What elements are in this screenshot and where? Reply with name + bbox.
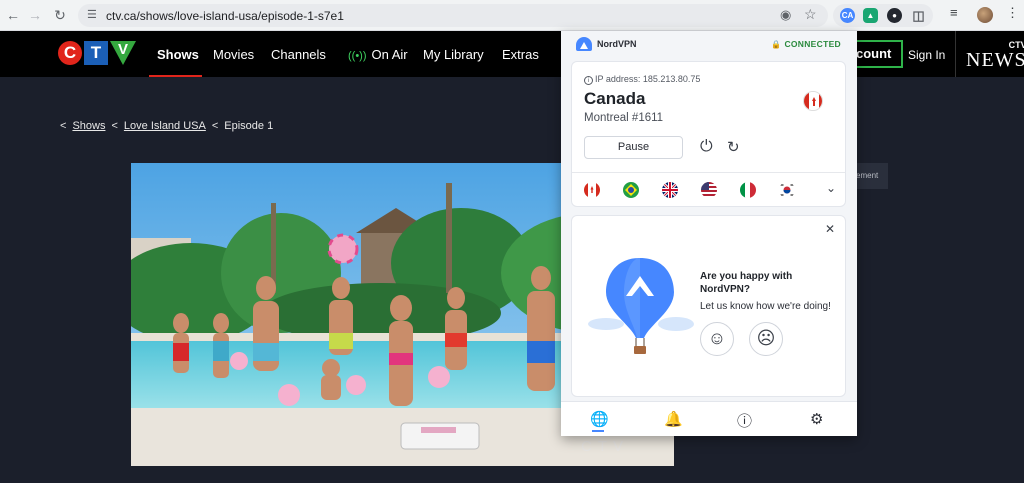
chevron-left-icon: <: [111, 120, 118, 132]
canada-flag-icon[interactable]: [584, 182, 600, 198]
header-divider: [955, 31, 956, 77]
connection-status: 🔒 CONNECTED: [771, 39, 841, 49]
connected-country: Canada: [584, 89, 646, 108]
close-icon[interactable]: ✕: [825, 222, 835, 236]
pause-button[interactable]: Pause: [584, 136, 683, 159]
breadcrumb-episode: Episode 1: [224, 120, 274, 132]
nav-extras[interactable]: Extras: [502, 47, 539, 62]
help-icon[interactable]: ⓘ: [737, 410, 752, 431]
ctv-logo[interactable]: C T V: [58, 41, 136, 67]
dark-extension-icon[interactable]: ●: [887, 8, 902, 23]
address-bar[interactable]: ☰ ctv.ca/shows/love-island-usa/episode-1…: [78, 4, 828, 27]
extensions-group: CA ▲ ● ◫: [833, 4, 933, 27]
menu-kebab-icon[interactable]: ⋮: [1006, 5, 1019, 21]
sad-face-button[interactable]: ☹: [749, 322, 783, 356]
nav-on-air-label: On Air: [371, 47, 408, 62]
connection-status-text: CONNECTED: [784, 39, 841, 49]
nav-my-library[interactable]: My Library: [423, 47, 484, 62]
green-extension-icon[interactable]: ▲: [863, 8, 878, 23]
bookmark-star-icon[interactable]: ☆: [804, 6, 817, 23]
tracking-eye-icon[interactable]: ◉: [780, 7, 791, 23]
ctv-news-logo-bottom: NEWS: [966, 49, 1024, 71]
lock-icon: 🔒: [771, 40, 782, 49]
feedback-subtext: Let us know how we're doing!: [700, 301, 831, 312]
reload-icon[interactable]: ↻: [50, 5, 70, 25]
nav-active-indicator: [149, 75, 202, 77]
balloon-illustration: [588, 258, 694, 354]
refresh-icon[interactable]: ↻: [727, 138, 740, 156]
globe-icon[interactable]: 🌐: [590, 410, 609, 428]
united-kingdom-flag-icon[interactable]: [662, 182, 678, 198]
feedback-card: ✕ Are you happy with NordVPN? Let us kno…: [571, 215, 846, 397]
chevron-left-icon: <: [211, 120, 219, 132]
bell-icon[interactable]: 🔔: [664, 410, 683, 428]
italy-flag-icon[interactable]: [740, 182, 756, 198]
nordvpn-logo: NordVPN: [576, 37, 637, 51]
nav-channels[interactable]: Channels: [271, 47, 326, 62]
quick-connect-flags: ⌄: [584, 181, 839, 202]
ctv-logo-t: T: [84, 41, 108, 65]
nordvpn-brand: NordVPN: [597, 39, 637, 49]
puzzle-extension-icon[interactable]: ◫: [911, 8, 926, 23]
breadcrumb: < Shows < Love Island USA < Episode 1: [60, 120, 273, 132]
south-korea-flag-icon[interactable]: [779, 182, 795, 198]
ctv-logo-v-letter: V: [118, 41, 129, 58]
nav-on-air[interactable]: ((•)) On Air: [348, 47, 408, 62]
reading-list-icon[interactable]: ≡: [950, 5, 958, 20]
ctv-logo-c: C: [58, 41, 82, 65]
active-tab-indicator: [592, 430, 604, 432]
canada-flag-icon: [803, 91, 823, 111]
video-watermark: CTV: [581, 438, 629, 455]
broadcast-icon: ((•)): [348, 50, 367, 62]
ctv-header: C T V Shows Movies Channels ((•)) On Air …: [0, 31, 1024, 77]
nordvpn-tab-bar: 🌐 🔔 ⓘ ⚙: [561, 401, 857, 436]
forward-icon[interactable]: →: [25, 5, 45, 25]
back-icon[interactable]: ←: [3, 5, 23, 25]
profile-avatar[interactable]: [977, 7, 993, 23]
brazil-flag-icon[interactable]: [623, 182, 639, 198]
connection-card: i IP address: 185.213.80.75 Canada Montre…: [571, 61, 846, 207]
nordvpn-extension-icon[interactable]: CA: [840, 8, 855, 23]
server-name: Montreal #1611: [584, 112, 664, 124]
breadcrumb-shows[interactable]: Shows: [72, 120, 105, 132]
happy-face-button[interactable]: ☺: [700, 322, 734, 356]
feedback-question: Are you happy with NordVPN?: [700, 271, 793, 295]
site-info-icon[interactable]: ☰: [87, 8, 97, 21]
ip-address: i IP address: 185.213.80.75: [584, 74, 700, 85]
nav-movies[interactable]: Movies: [213, 47, 254, 62]
ip-address-text: IP address: 185.213.80.75: [595, 74, 701, 84]
browser-toolbar: ← → ↻ ☰ ctv.ca/shows/love-island-usa/epi…: [0, 0, 1024, 31]
nordvpn-mountain-icon: [576, 37, 592, 51]
united-states-flag-icon[interactable]: [701, 182, 717, 198]
ctv-news-logo[interactable]: CTV NEWS: [966, 41, 1024, 71]
url-text[interactable]: ctv.ca/shows/love-island-usa/episode-1-s…: [106, 9, 344, 23]
settings-icon[interactable]: ⚙: [810, 410, 823, 428]
ctv-logo-v: V: [110, 41, 136, 65]
nav-shows[interactable]: Shows: [157, 47, 199, 62]
power-icon[interactable]: ⏻: [700, 138, 713, 156]
nordvpn-popup: NordVPN 🔒 CONNECTED i IP address: 185.213.…: [561, 31, 857, 436]
sign-in-link[interactable]: Sign In: [908, 48, 945, 62]
chevron-left-icon: <: [60, 120, 67, 132]
nordvpn-header: NordVPN 🔒 CONNECTED: [561, 31, 857, 59]
card-divider: [572, 172, 845, 173]
info-icon: i: [584, 76, 593, 85]
breadcrumb-love-island-usa[interactable]: Love Island USA: [124, 120, 206, 132]
chevron-down-icon[interactable]: ⌄: [826, 181, 836, 195]
